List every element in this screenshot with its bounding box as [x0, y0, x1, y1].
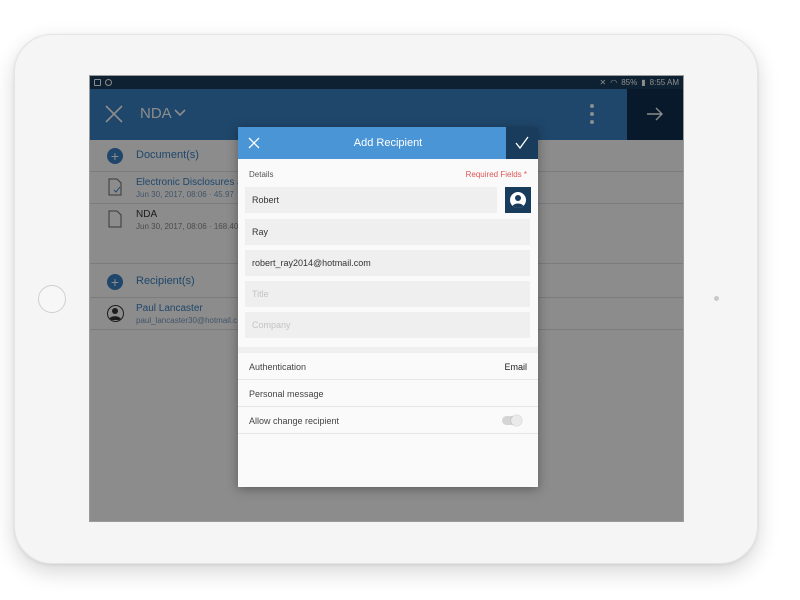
camera-dot: [714, 296, 719, 301]
allow-change-recipient-row: Allow change recipient: [238, 407, 538, 434]
home-button[interactable]: [38, 285, 66, 313]
company-field[interactable]: Company: [245, 312, 530, 338]
dialog-header: Add Recipient: [238, 127, 538, 159]
personal-message-label: Personal message: [249, 389, 324, 399]
allow-change-recipient-label: Allow change recipient: [249, 416, 340, 426]
checkmark-icon: [515, 136, 529, 150]
contact-avatar-icon: [510, 192, 526, 208]
dialog-title: Add Recipient: [353, 137, 423, 149]
authentication-row[interactable]: Authentication Email: [238, 353, 538, 380]
first-name-field[interactable]: Robert: [245, 187, 497, 213]
toggle-knob: [511, 415, 522, 426]
pick-contact-button[interactable]: [505, 187, 531, 213]
allow-change-recipient-toggle[interactable]: [502, 415, 522, 426]
add-recipient-dialog: Add Recipient Details Required Fields * …: [238, 127, 538, 487]
authentication-value: Email: [504, 362, 527, 372]
email-field[interactable]: robert_ray2014@hotmail.com: [245, 250, 530, 276]
personal-message-row[interactable]: Personal message: [238, 380, 538, 407]
required-fields-label: Required Fields *: [465, 170, 527, 179]
tablet-screen: ✕ ◠ 85% ▮ 8:55 AM NDA + Document(s) Elec…: [89, 75, 684, 522]
details-label: Details: [249, 170, 274, 179]
authentication-label: Authentication: [249, 362, 307, 372]
confirm-button[interactable]: [506, 127, 538, 159]
last-name-field[interactable]: Ray: [245, 219, 530, 245]
title-field[interactable]: Title: [245, 281, 530, 307]
